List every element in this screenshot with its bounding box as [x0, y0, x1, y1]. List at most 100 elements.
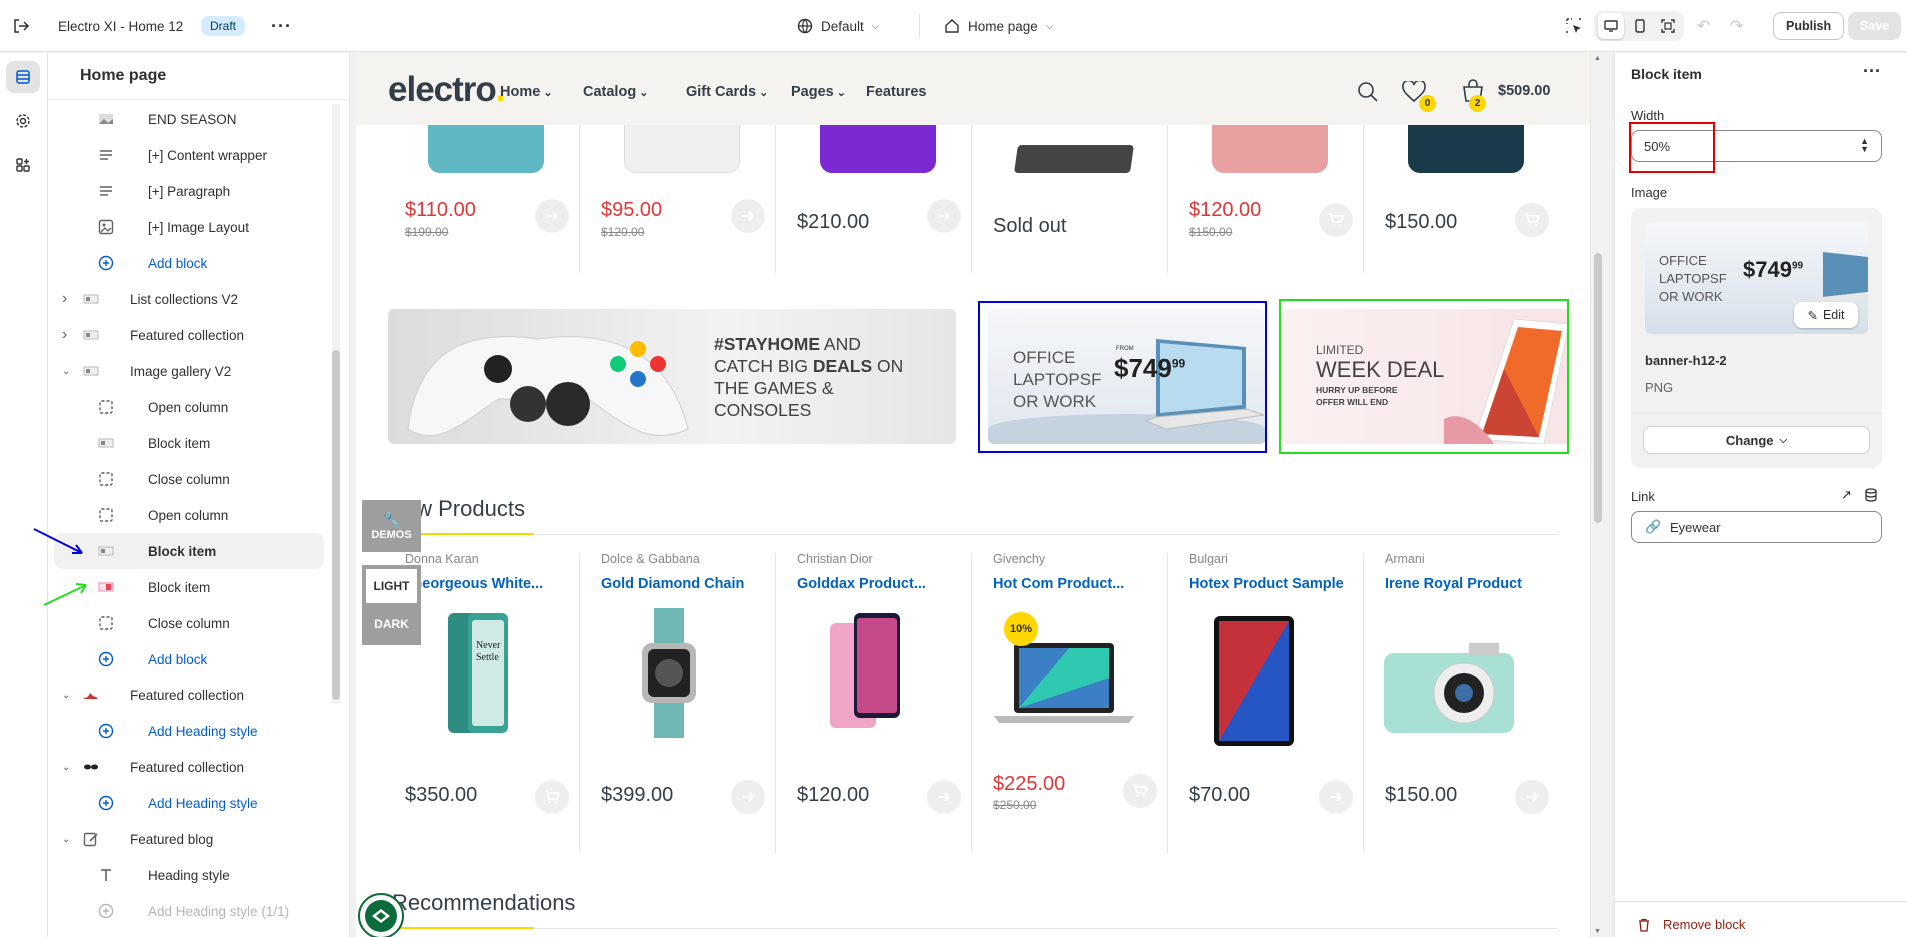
home-icon [944, 18, 960, 34]
tree-item[interactable]: ⌄ Featured collection [48, 749, 334, 785]
undo-button[interactable]: ↶ [1697, 0, 1710, 52]
chevron-down-icon[interactable]: ⌄ [62, 366, 74, 377]
chevron-down-icon[interactable]: ⌄ [62, 690, 74, 701]
product-name[interactable]: Irene Royal Product [1385, 576, 1522, 592]
scroll-up-icon[interactable]: ▲ [1594, 55, 1601, 62]
add-block-item[interactable]: Add Heading style [48, 785, 334, 821]
add-to-cart-button[interactable] [1515, 203, 1549, 237]
product-image[interactable] [820, 608, 910, 738]
tree-item[interactable]: Close column [48, 461, 334, 497]
dark-mode-button[interactable]: DARK [374, 607, 409, 641]
banner-stayhome-line4: CONSOLES [714, 400, 812, 420]
edit-image-button[interactable]: ✎ Edit [1794, 302, 1858, 328]
product-image[interactable] [989, 628, 1139, 738]
arrow-right-icon [742, 792, 755, 802]
preview-scrollbar[interactable]: ▲ ▼ [1590, 53, 1604, 937]
inspector-button[interactable] [1565, 0, 1583, 52]
view-product-button[interactable] [1319, 780, 1353, 814]
exit-button[interactable] [12, 0, 30, 52]
nav-item[interactable]: Home ⌄ [500, 84, 553, 100]
tree-item[interactable]: [+] Content wrapper [48, 137, 334, 173]
highlight-box-green [1279, 299, 1569, 454]
tree-item[interactable]: › List collections V2 [48, 281, 334, 317]
editor-topbar: Electro XI - Home 12 Draft ··· Default ⌵… [0, 0, 1907, 52]
chevron-right-icon[interactable]: › [62, 290, 74, 308]
tree-item-label: Block item [148, 543, 217, 559]
view-product-button[interactable] [927, 199, 961, 233]
product-image[interactable] [1379, 633, 1519, 743]
more-icon[interactable]: ··· [1863, 61, 1881, 82]
site-logo[interactable]: electro. [388, 70, 505, 110]
add-block-item[interactable]: Add Heading style [48, 713, 334, 749]
theme-settings-tab[interactable] [6, 105, 40, 137]
mobile-view-button[interactable] [1630, 13, 1650, 39]
tree-item[interactable]: [+] Paragraph [48, 173, 334, 209]
product-name[interactable]: Gold Diamond Chain [601, 576, 744, 592]
product-image[interactable]: Never Settle [428, 608, 518, 738]
change-image-button[interactable]: Change ⌵ [1643, 426, 1870, 454]
scroll-down-icon[interactable]: ▼ [1594, 928, 1601, 935]
tree-item[interactable]: Heading style [48, 857, 334, 893]
open-link-icon[interactable]: ↗ [1841, 487, 1852, 503]
tree-item[interactable]: Block item [48, 425, 334, 461]
chevron-right-icon[interactable]: › [62, 326, 74, 344]
chevron-down-icon: ⌄ [540, 87, 553, 99]
nav-item[interactable]: Features [866, 84, 926, 100]
database-icon[interactable] [1864, 488, 1878, 502]
product-name[interactable]: Georgeous White... [411, 576, 543, 592]
desktop-view-button[interactable] [1598, 13, 1624, 39]
view-product-button[interactable] [731, 199, 765, 233]
add-to-cart-button[interactable] [1123, 774, 1157, 808]
add-block-item[interactable]: Add block [48, 641, 334, 677]
product-price: $120.00 [797, 784, 870, 806]
view-product-button[interactable] [731, 780, 765, 814]
theme-selector[interactable]: Default ⌵ [797, 0, 879, 52]
add-block-item[interactable]: Add block [48, 245, 334, 281]
view-product-button[interactable] [535, 199, 569, 233]
tree-item-label: [+] Content wrapper [148, 147, 267, 163]
product-image[interactable] [624, 608, 714, 738]
tree-item[interactable]: Open column [48, 389, 334, 425]
product-image[interactable] [1199, 611, 1309, 751]
banner-stayhome[interactable]: #STAYHOME AND CATCH BIG DEALS ON THE GAM… [388, 309, 956, 444]
tree-item[interactable]: ⌄ Featured collection [48, 677, 334, 713]
apps-icon [15, 157, 31, 173]
light-mode-button[interactable]: LIGHT [366, 569, 417, 603]
view-product-button[interactable] [927, 780, 961, 814]
view-product-button[interactable] [1515, 780, 1549, 814]
page-selector[interactable]: Home page ⌵ [944, 0, 1053, 52]
product-name[interactable]: Hotex Product Sample [1189, 576, 1344, 592]
publish-button[interactable]: Publish [1773, 12, 1845, 40]
nav-item[interactable]: Gift Cards ⌄ [686, 84, 768, 100]
sections-scrollbar[interactable] [332, 104, 340, 704]
more-actions-button[interactable]: ··· [271, 0, 292, 52]
tree-item[interactable]: ⌄ Featured blog [48, 821, 334, 857]
add-to-cart-button[interactable] [1319, 203, 1353, 237]
product-name[interactable]: Golddax Product... [797, 576, 926, 592]
recommendations-title: Recommendations [392, 890, 576, 915]
tree-item[interactable]: END SEASON [48, 101, 334, 137]
search-icon[interactable] [1357, 81, 1379, 103]
save-button[interactable]: Save [1848, 12, 1902, 40]
add-block-item[interactable]: Add Heading style (1/1) [48, 893, 334, 929]
redo-button[interactable]: ↷ [1730, 0, 1743, 52]
tree-item[interactable]: ⌄ Image gallery V2 [48, 353, 334, 389]
tree-item[interactable]: Open column [48, 497, 334, 533]
chat-widget-button[interactable] [358, 893, 404, 937]
sections-tab[interactable] [6, 61, 40, 93]
product-name[interactable]: Hot Com Product... [993, 576, 1124, 592]
apps-tab[interactable] [6, 149, 40, 181]
link-field[interactable]: 🔗 Eyewear [1631, 511, 1882, 543]
demos-widget[interactable]: 🔧 DEMOS [362, 500, 421, 552]
tree-item[interactable]: Block item [54, 533, 324, 569]
chevron-down-icon[interactable]: ⌄ [62, 762, 74, 773]
product-image[interactable] [1014, 145, 1134, 173]
nav-item[interactable]: Pages ⌄ [791, 84, 846, 100]
remove-block-button[interactable]: Remove block [1637, 917, 1745, 932]
nav-item[interactable]: Catalog ⌄ [583, 84, 648, 100]
tree-item[interactable]: › Featured collection [48, 317, 334, 353]
tree-item[interactable]: [+] Image Layout [48, 209, 334, 245]
add-to-cart-button[interactable] [535, 780, 569, 814]
chevron-down-icon[interactable]: ⌄ [62, 834, 74, 845]
fullscreen-view-button[interactable] [1658, 13, 1678, 39]
